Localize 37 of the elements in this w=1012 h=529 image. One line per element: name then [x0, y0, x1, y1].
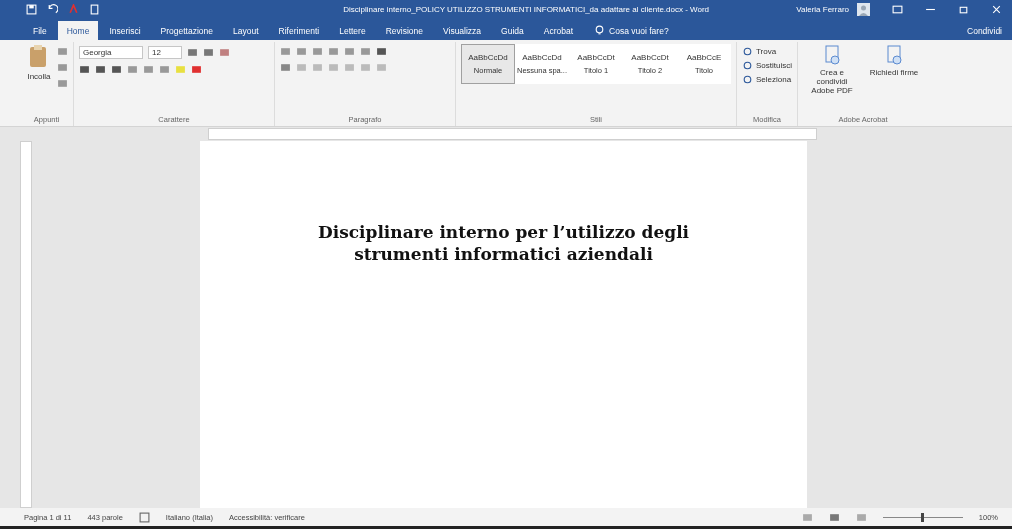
editing-button[interactable]: Sostituisci	[742, 60, 792, 71]
ribbon-tab[interactable]: Revisione	[376, 21, 432, 40]
editing-button[interactable]: Seleziona	[742, 74, 792, 85]
tell-me-field[interactable]: Cosa vuoi fare?	[609, 25, 669, 36]
ribbon-tab[interactable]: Lettere	[330, 21, 375, 40]
share-button[interactable]: Condividi	[957, 21, 1012, 40]
zoom-thumb[interactable]	[921, 512, 925, 522]
restore-icon[interactable]	[958, 4, 969, 15]
window-title: Disciplinare interno_POLICY UTILIZZO STRUMENTI INFORMATICI_da adattare al cliente.docx - Word	[342, 5, 711, 14]
ribbon-tab[interactable]: Guida	[492, 21, 533, 40]
circle-icon[interactable]	[742, 46, 753, 57]
close-icon[interactable]	[991, 4, 1002, 15]
document-heading: Disciplinare interno per l’utilizzo degli strumenti informatici aziendali	[316, 221, 691, 266]
editing-button[interactable]: Trova	[742, 46, 792, 57]
circle-icon[interactable]	[742, 74, 753, 85]
save-icon[interactable]	[26, 4, 37, 15]
ribbon-display-icon[interactable]	[892, 4, 903, 15]
font-size-field[interactable]: 12	[148, 46, 182, 59]
ribbon-tab[interactable]: Layout	[224, 21, 268, 40]
lightbulb-icon[interactable]	[594, 25, 606, 36]
avatar-icon[interactable]	[857, 3, 870, 16]
acrobat-button[interactable]: Crea e condividi Adobe PDF	[803, 42, 861, 97]
paste-button[interactable]: Incolla	[25, 42, 53, 83]
ribbon-tab[interactable]: Acrobat	[534, 21, 583, 40]
font-name-field[interactable]: Georgia	[79, 46, 143, 59]
undo-icon[interactable]	[47, 4, 58, 15]
print-preview-icon[interactable]	[89, 4, 100, 15]
ribbon-tab[interactable]: Progettazione	[151, 21, 223, 40]
proofing-icon[interactable]	[138, 511, 150, 523]
circle-icon[interactable]	[742, 60, 753, 71]
user-name[interactable]: Valeria Ferraro	[796, 5, 849, 14]
ribbon-tab[interactable]: Home	[57, 21, 99, 40]
acrobat-button[interactable]: Richiedi firme	[865, 42, 923, 79]
ribbon-tab[interactable]: Inserisci	[100, 21, 150, 40]
ribbon-tab[interactable]: Visualizza	[434, 21, 491, 40]
ribbon-tab[interactable]: Riferimenti	[269, 21, 329, 40]
ribbon-tab[interactable]: File	[24, 21, 56, 40]
